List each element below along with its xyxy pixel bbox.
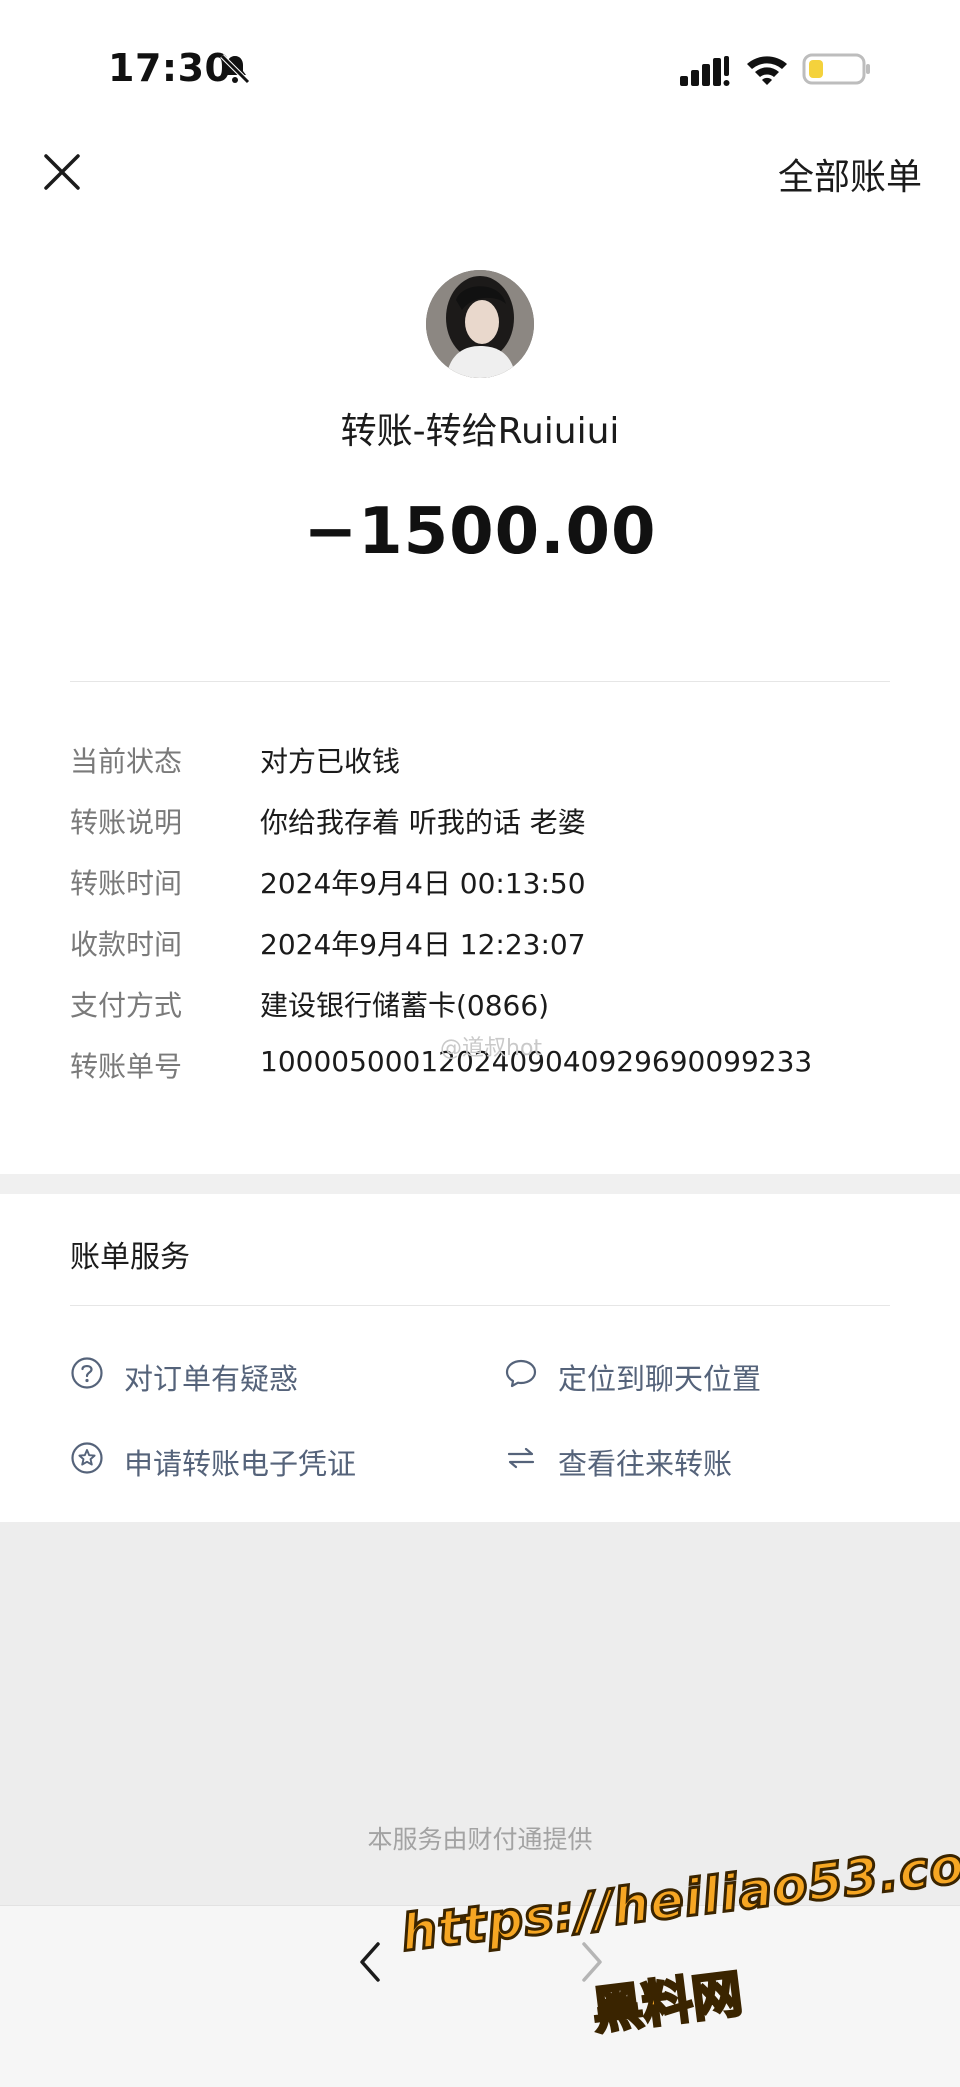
detail-row-transfer-time: 转账时间 2024年9月4日 00:13:50 [70,862,890,902]
wifi-icon [747,56,787,85]
service-label: 定位到聊天位置 [558,1362,762,1396]
divider [70,681,890,682]
chat-bubble-icon [505,1359,537,1388]
service-label: 对订单有疑惑 [124,1362,299,1396]
detail-label: 转账单号 [70,1050,183,1083]
detail-value: 2024年9月4日 00:13:50 [260,867,586,900]
bell-muted-icon [220,54,250,84]
detail-label: 收款时间 [70,928,183,961]
transfer-detail-page: 17:30 全部账单 转账-转给Ruiuiui −1500.00 当前状态 对方… [0,0,960,2087]
all-bills-link[interactable]: 全部账单 [778,148,922,200]
star-circle-icon [71,1442,103,1474]
detail-value: 你给我存着 听我的话 老婆 [260,806,586,839]
detail-label: 转账说明 [70,806,183,839]
detail-label: 支付方式 [70,989,183,1022]
avatar-portrait-icon [426,270,534,378]
detail-value: 对方已收钱 [260,745,401,778]
services-title: 账单服务 [70,1240,190,1275]
service-label: 查看往来转账 [558,1447,733,1481]
detail-row-note: 转账说明 你给我存着 听我的话 老婆 [70,801,890,841]
detail-row-status: 当前状态 对方已收钱 [70,740,890,780]
detail-value: 2024年9月4日 12:23:07 [260,928,586,961]
provider-text: 本服务由财付通提供 [367,1825,593,1854]
signal-icon [680,56,730,86]
status-bar: 17:30 [0,0,960,140]
battery-icon [802,53,870,85]
weibo-watermark: @道叔hot [440,1036,543,1061]
swap-arrows-icon [507,1447,535,1469]
transfer-amount: −1500.00 [303,495,657,569]
divider [70,1305,890,1306]
detail-value: 建设银行储蓄卡(0866) [260,989,550,1022]
detail-label: 转账时间 [70,867,183,900]
detail-label: 当前状态 [70,745,183,778]
service-label: 申请转账电子凭证 [124,1447,357,1481]
section-separator [0,1174,960,1194]
close-icon[interactable] [40,150,84,194]
transfer-title: 转账-转给Ruiuiui [340,411,620,452]
detail-row-receive-time: 收款时间 2024年9月4日 12:23:07 [70,923,890,963]
question-circle-icon [71,1357,103,1389]
back-arrow-icon[interactable] [352,1938,388,1986]
status-time: 17:30 [108,46,232,90]
detail-row-payment-method: 支付方式 建设银行储蓄卡(0866) [70,984,890,1024]
avatar [426,270,534,378]
